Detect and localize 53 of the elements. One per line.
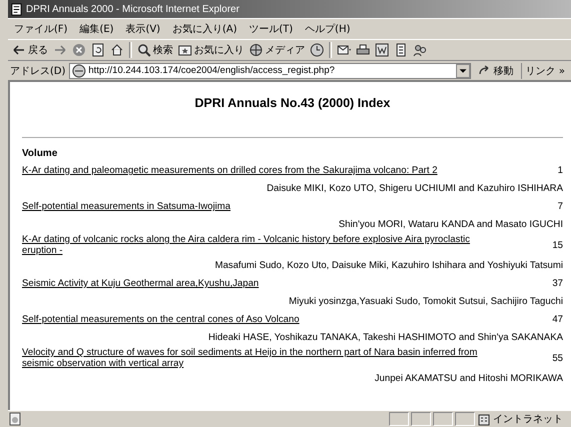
- refresh-icon[interactable]: [91, 43, 105, 57]
- page-number: 55: [552, 352, 563, 364]
- page-number: 15: [552, 240, 563, 250]
- printer-icon[interactable]: [356, 43, 370, 57]
- article-link[interactable]: Seismic Activity at Kuju Geothermal area,Kyushu,Japan: [22, 278, 259, 289]
- article-link[interactable]: K-Ar dating and paleomagetic measurements on drilled cores from the Sakurajima volcano: Part 2: [22, 165, 438, 176]
- links-button[interactable]: リンク »: [520, 62, 571, 78]
- article-link[interactable]: Self-potential measurements on the central cones of Aso Volcano: [22, 314, 300, 325]
- menu-item[interactable]: 編集(E): [80, 22, 114, 36]
- page-title: DPRI Annuals No.43 (2000) Index: [194, 96, 392, 110]
- document-icon[interactable]: [375, 43, 389, 57]
- favorites-button[interactable]: お気に入り: [178, 43, 244, 57]
- window-title: DPRI Annuals 2000 - Microsoft Internet Explorer: [26, 4, 240, 14]
- search-button[interactable]: 検索: [137, 43, 173, 57]
- article-link[interactable]: Self-potential measurements in Satsuma-Iwojima: [22, 201, 230, 212]
- menu-item[interactable]: 表示(V): [126, 22, 160, 36]
- globe-icon: [249, 43, 263, 57]
- back-arrow-icon: [12, 43, 26, 57]
- article-link[interactable]: Velocity and Q structure of waves for soil sediments at Heijo in the northern part of Nara basin inferred from seismic observation with vertical array: [22, 347, 497, 369]
- article-link[interactable]: K-Ar dating of volcanic rocks along the Aira caldera rim - Volcanic history before explosive Aira pyroclastic eruption -: [22, 234, 497, 256]
- menu-item[interactable]: ツール(T): [249, 22, 293, 36]
- media-button[interactable]: メディア: [249, 43, 305, 57]
- page-number: 1: [558, 165, 563, 176]
- home-icon[interactable]: [110, 43, 124, 57]
- zone-text: イントラネット: [493, 413, 563, 426]
- go-button[interactable]: 移動: [474, 64, 518, 78]
- author-list: Junpei AKAMATSU and Hitoshi MORIKAWA: [22, 369, 563, 388]
- menu-item[interactable]: ファイル(F): [14, 22, 68, 36]
- address-field[interactable]: http://10.244.103.174/coe2004/english/access_regist.php?: [68, 62, 471, 78]
- notepad-icon[interactable]: [394, 43, 408, 57]
- section-heading: Volume: [22, 148, 58, 159]
- author-list: Shin'you MORI, Wataru KANDA and Masato IGUCHI: [22, 215, 563, 234]
- people-icon[interactable]: [413, 43, 427, 57]
- menu-item[interactable]: お気に入り(A): [172, 22, 237, 36]
- menu-item[interactable]: ヘルプ(H): [304, 22, 350, 36]
- address-label: アドレス(D): [10, 64, 66, 78]
- author-list: Miyuki yosinzga,Yasuaki Sudo, Tomokit Sutsui, Sachijiro Taguchi: [22, 292, 563, 311]
- page-number: 37: [552, 278, 563, 289]
- status-pane: [433, 412, 453, 426]
- status-pane: [411, 412, 431, 426]
- forward-arrow-icon[interactable]: [53, 43, 67, 57]
- stop-icon[interactable]: [72, 43, 86, 57]
- page-number: 47: [552, 314, 563, 325]
- back-button[interactable]: 戻る: [12, 43, 48, 57]
- magnifier-icon: [137, 43, 151, 57]
- page-number: 7: [558, 201, 563, 212]
- author-list: Hideaki HASE, Yoshikazu TANAKA, Takeshi HASHIMOTO and Shin'ya SAKANAKA: [22, 328, 563, 347]
- clock-icon[interactable]: [310, 43, 324, 57]
- author-list: Daisuke MIKI, Kozo UTO, Shigeru UCHIUMI and Kazuhiro ISHIHARA: [22, 179, 563, 198]
- status-pane: [389, 412, 409, 426]
- status-pane: [455, 412, 475, 426]
- mail-icon[interactable]: [337, 43, 351, 57]
- author-list: Masafumi Sudo, Kozo Uto, Daisuke Miki, Kazuhiro Ishihara and Yoshiyuki Tatsumi: [22, 256, 563, 275]
